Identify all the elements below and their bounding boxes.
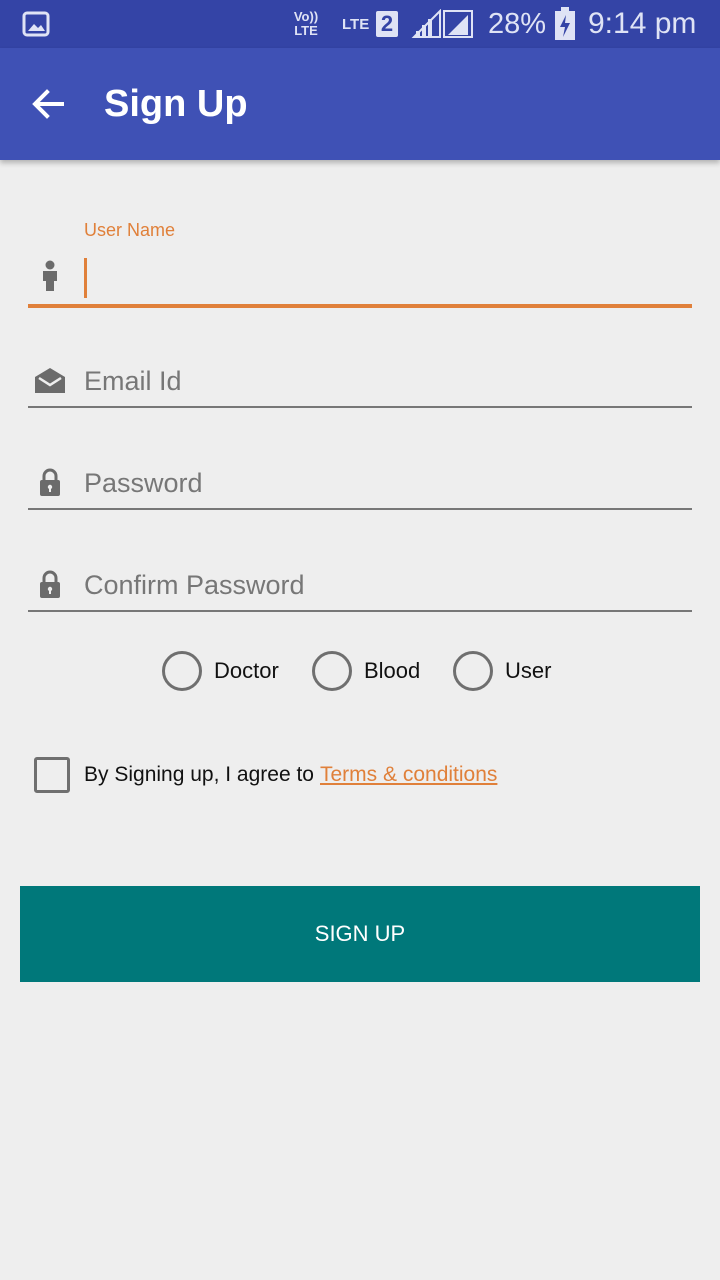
password-underline xyxy=(28,508,692,510)
gallery-notification-icon xyxy=(22,0,50,48)
app-bar: Sign Up xyxy=(0,48,720,160)
radio-label: Doctor xyxy=(214,658,279,683)
battery-percent: 28% xyxy=(488,7,547,40)
radio-button-circle[interactable] xyxy=(453,651,493,691)
lte-data-icon: LTE xyxy=(342,0,369,48)
volte-icon: Vo)) LTE xyxy=(293,9,319,38)
email-input[interactable] xyxy=(84,360,692,402)
radio-blood[interactable]: Blood xyxy=(312,646,420,696)
battery-charging-icon xyxy=(554,0,576,48)
radio-doctor[interactable]: Doctor xyxy=(162,646,279,696)
radio-user[interactable]: User xyxy=(453,646,551,696)
back-button[interactable] xyxy=(20,76,76,132)
radio-label: User xyxy=(505,658,552,683)
text-cursor xyxy=(84,258,87,298)
confirm-password-underline xyxy=(28,610,692,612)
radio-button-circle[interactable] xyxy=(162,651,202,691)
lock-icon xyxy=(34,466,66,498)
clock: 9:14 pm xyxy=(588,7,697,40)
person-icon xyxy=(34,260,66,292)
page-title: Sign Up xyxy=(104,83,248,125)
terms-row: By Signing up, I agree to Terms & condit… xyxy=(34,756,497,794)
radio-label: Blood xyxy=(364,658,421,683)
sign-up-button[interactable]: SIGN UP xyxy=(20,886,700,982)
lte-label: LTE xyxy=(342,15,370,33)
terms-link[interactable]: Terms & conditions xyxy=(320,763,497,787)
confirm-password-field xyxy=(28,560,692,612)
password-input[interactable] xyxy=(84,462,692,504)
status-bar: Vo)) LTE LTE 2 28% 9:14 pm xyxy=(0,0,720,48)
email-field xyxy=(28,356,692,408)
username-field xyxy=(28,250,692,308)
username-input[interactable] xyxy=(84,256,692,298)
username-underline xyxy=(28,304,692,308)
password-field xyxy=(28,458,692,510)
signal-strength-icon xyxy=(410,0,476,48)
arrow-back-icon xyxy=(32,89,64,119)
email-underline xyxy=(28,406,692,408)
envelope-open-icon xyxy=(34,364,66,396)
sim-slot-badge: 2 xyxy=(376,0,398,48)
terms-text: By Signing up, I agree to xyxy=(84,763,314,786)
lock-icon xyxy=(34,568,66,600)
confirm-password-input[interactable] xyxy=(84,564,692,606)
terms-checkbox[interactable] xyxy=(34,757,70,793)
username-floating-label: User Name xyxy=(84,220,176,240)
radio-button-circle[interactable] xyxy=(312,651,352,691)
